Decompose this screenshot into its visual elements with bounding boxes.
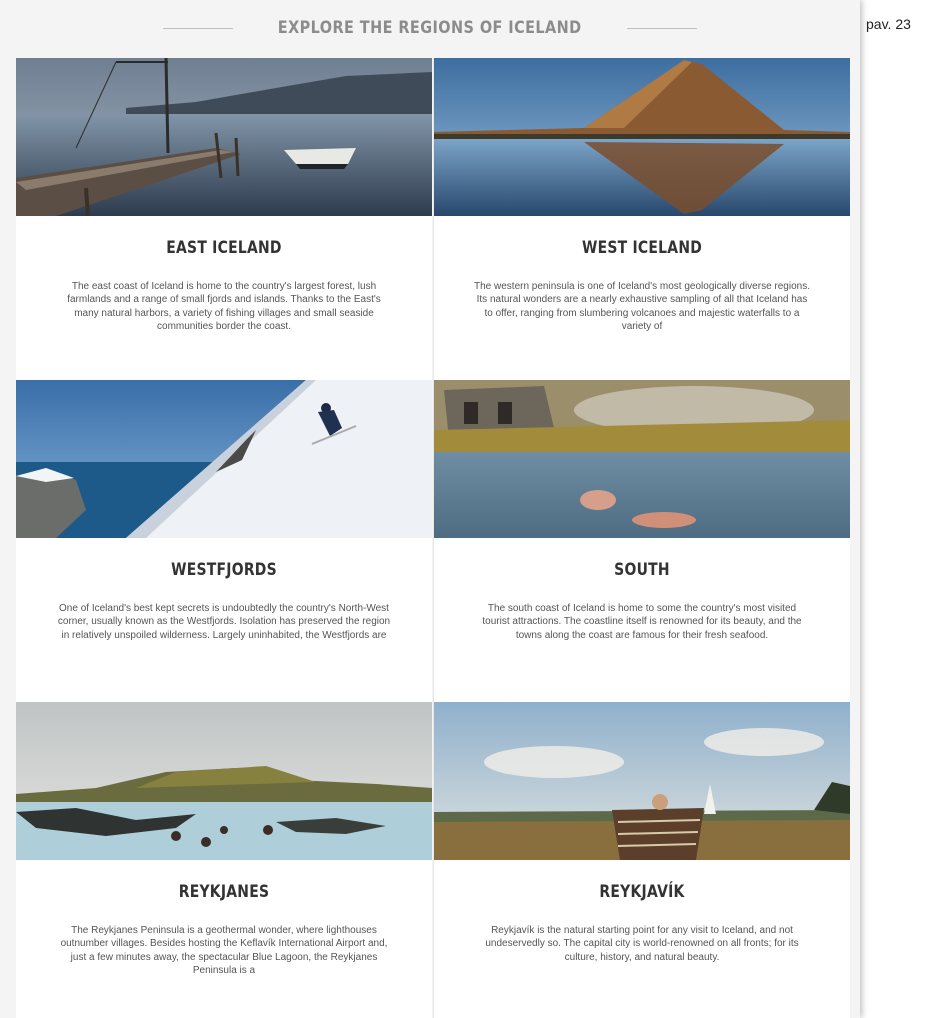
region-photo-west-iceland[interactable] xyxy=(434,58,850,216)
region-photo-south[interactable] xyxy=(434,380,850,538)
region-photo-reykjavik[interactable] xyxy=(434,702,850,860)
region-card-south[interactable]: SOUTH The south coast of Iceland is home… xyxy=(434,380,850,702)
region-title[interactable]: REYKJANES xyxy=(53,882,394,902)
header-rule-right xyxy=(626,27,697,29)
region-description: One of Iceland's best kept secrets is un… xyxy=(57,603,391,641)
region-description: The east coast of Iceland is home to the… xyxy=(67,281,381,333)
page-number-label: pav. 23 xyxy=(866,16,911,32)
region-card-reykjanes[interactable]: REYKJANES The Reykjanes Peninsula is a g… xyxy=(16,702,432,1018)
region-title[interactable]: SOUTH xyxy=(471,560,812,580)
region-title[interactable]: EAST ICELAND xyxy=(53,238,394,258)
region-title[interactable]: WESTFJORDS xyxy=(53,560,394,580)
region-card-westfjords[interactable]: WESTFJORDS One of Iceland's best kept se… xyxy=(16,380,432,702)
region-photo-reykjanes[interactable] xyxy=(16,702,432,860)
region-card-west-iceland[interactable]: WEST ICELAND The western peninsula is on… xyxy=(434,58,850,380)
region-description: Reykjavík is the natural starting point … xyxy=(485,925,799,963)
region-photo-east-iceland[interactable] xyxy=(16,58,432,216)
region-title[interactable]: WEST ICELAND xyxy=(471,238,812,258)
region-photo-westfjords[interactable] xyxy=(16,380,432,538)
region-description: The western peninsula is one of Iceland'… xyxy=(474,281,810,333)
region-description: The Reykjanes Peninsula is a geothermal … xyxy=(60,925,388,977)
section-header: EXPLORE THE REGIONS OF ICELAND xyxy=(0,0,860,56)
header-rule-left xyxy=(163,27,234,29)
region-card-reykjavik[interactable]: REYKJAVÍK Reykjavík is the natural start… xyxy=(434,702,850,1018)
page-frame: EXPLORE THE REGIONS OF ICELAND EAST ICEL… xyxy=(0,0,860,1018)
region-title[interactable]: REYKJAVÍK xyxy=(471,882,812,902)
section-title: EXPLORE THE REGIONS OF ICELAND xyxy=(278,18,582,38)
region-card-east-iceland[interactable]: EAST ICELAND The east coast of Iceland i… xyxy=(16,58,432,380)
region-description: The south coast of Iceland is home to so… xyxy=(482,603,802,641)
